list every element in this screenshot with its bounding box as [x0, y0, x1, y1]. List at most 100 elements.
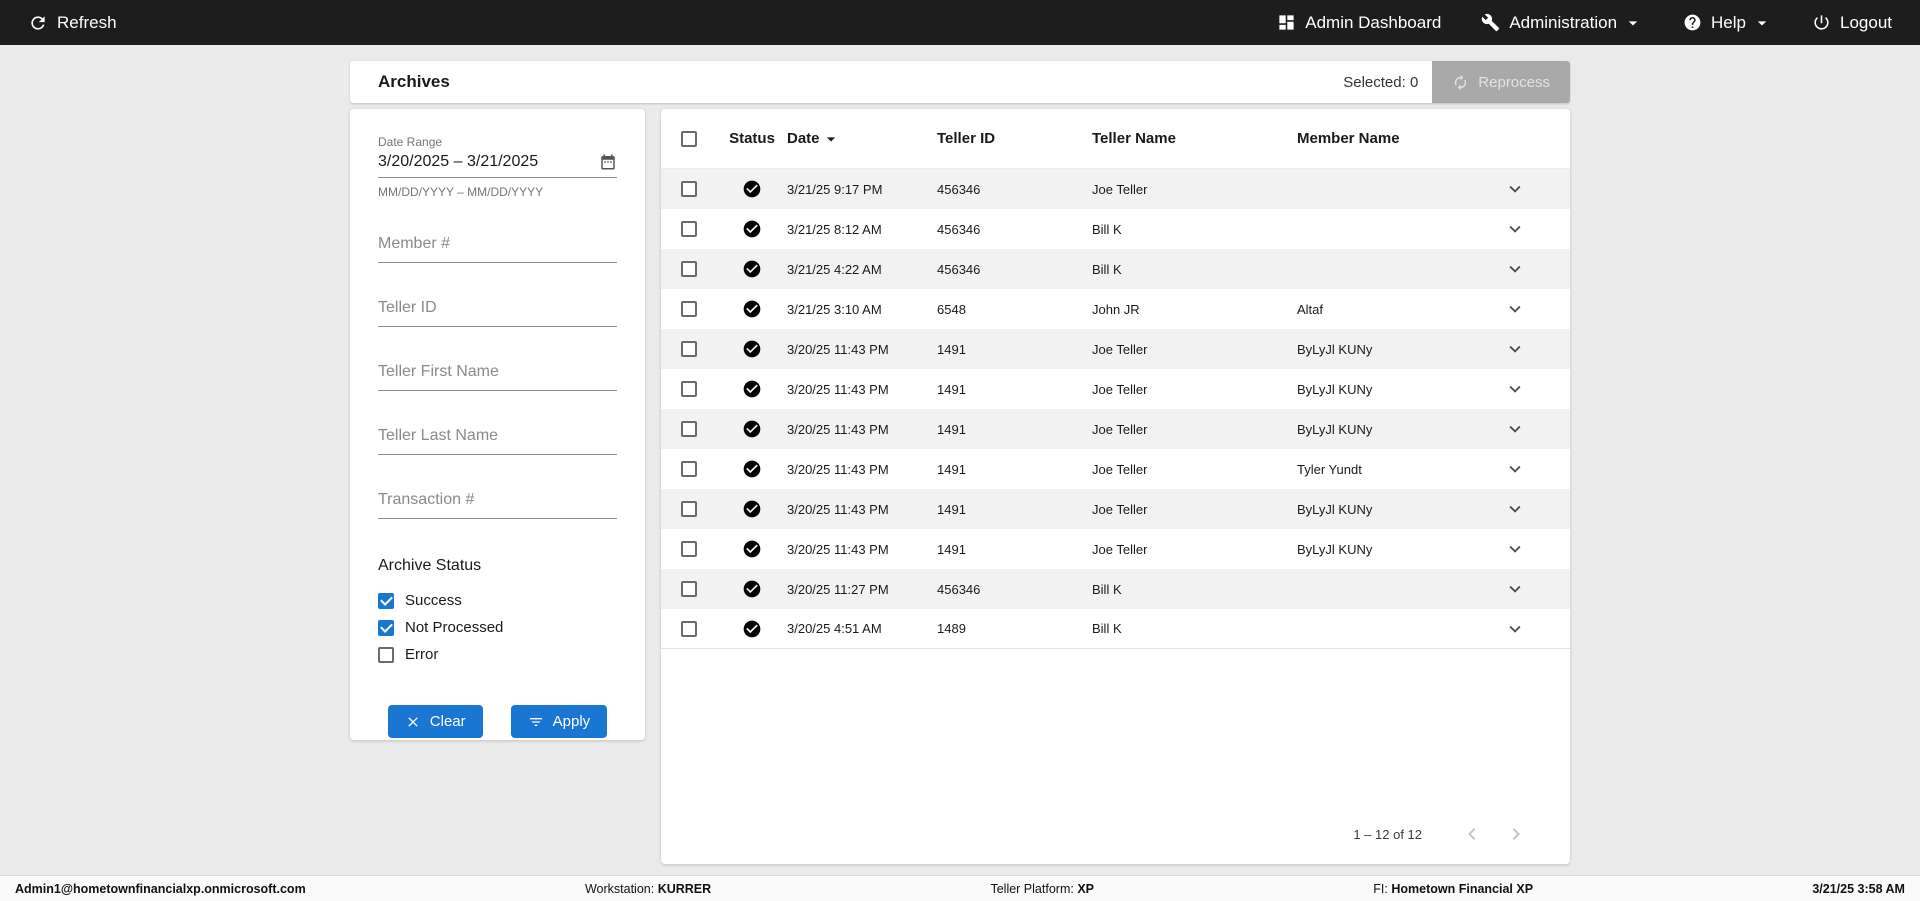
table-row[interactable]: 3/20/25 11:43 PM 1491 Joe Teller Tyler Y…: [661, 449, 1570, 489]
table-row[interactable]: 3/21/25 9:17 PM 456346 Joe Teller: [661, 169, 1570, 209]
financial-institution: FI: Hometown Financial XP: [1373, 882, 1533, 896]
row-member-name: ByLyJl KUNy: [1297, 382, 1460, 397]
expand-row-icon[interactable]: [1504, 258, 1526, 280]
teller-first-name-input[interactable]: [378, 363, 617, 390]
column-header-date[interactable]: Date: [787, 129, 937, 149]
row-teller-name: Joe Teller: [1092, 462, 1297, 477]
row-date: 3/21/25 3:10 AM: [787, 302, 937, 317]
logout-button[interactable]: Logout: [1812, 13, 1892, 33]
reprocess-button[interactable]: Reprocess: [1432, 61, 1570, 103]
select-all-checkbox[interactable]: [681, 131, 697, 147]
chevron-down-icon: [1752, 13, 1772, 33]
workstation: Workstation: KURRER: [585, 882, 711, 896]
status-success-icon: [742, 419, 762, 439]
table-row[interactable]: 3/20/25 4:51 AM 1489 Bill K: [661, 609, 1570, 649]
transaction-number-input[interactable]: [378, 491, 617, 518]
status-option-error: Error: [378, 646, 617, 663]
expand-row-icon[interactable]: [1504, 458, 1526, 480]
expand-row-icon[interactable]: [1504, 418, 1526, 440]
expand-row-icon[interactable]: [1504, 618, 1526, 640]
status-success-icon: [742, 179, 762, 199]
column-header-member-name[interactable]: Member Name: [1297, 130, 1460, 147]
not-processed-checkbox[interactable]: [378, 620, 394, 636]
archive-status-label: Archive Status: [378, 557, 617, 575]
row-checkbox[interactable]: [681, 181, 697, 197]
expand-row-icon[interactable]: [1504, 538, 1526, 560]
reprocess-label: Reprocess: [1478, 74, 1550, 91]
table-row[interactable]: 3/20/25 11:43 PM 1491 Joe Teller ByLyJl …: [661, 369, 1570, 409]
row-checkbox[interactable]: [681, 381, 697, 397]
row-teller-name: Joe Teller: [1092, 342, 1297, 357]
date-range-field: [378, 153, 617, 178]
expand-row-icon[interactable]: [1504, 498, 1526, 520]
status-option-success: Success: [378, 592, 617, 609]
status-success-icon: [742, 619, 762, 639]
success-checkbox[interactable]: [378, 593, 394, 609]
power-icon: [1812, 13, 1831, 32]
row-date: 3/20/25 11:43 PM: [787, 422, 937, 437]
refresh-button[interactable]: Refresh: [28, 13, 117, 33]
help-menu[interactable]: Help: [1683, 13, 1772, 33]
row-checkbox[interactable]: [681, 581, 697, 597]
expand-row-icon[interactable]: [1504, 338, 1526, 360]
row-teller-name: Joe Teller: [1092, 182, 1297, 197]
table-row[interactable]: 3/20/25 11:43 PM 1491 Joe Teller ByLyJl …: [661, 329, 1570, 369]
wrench-icon: [1481, 13, 1500, 32]
admin-dashboard-button[interactable]: Admin Dashboard: [1277, 13, 1441, 33]
status-success-icon: [742, 379, 762, 399]
help-label: Help: [1711, 13, 1746, 33]
filter-icon: [528, 714, 544, 730]
row-teller-name: Bill K: [1092, 582, 1297, 597]
calendar-icon[interactable]: [599, 153, 617, 171]
member-number-input[interactable]: [378, 235, 617, 262]
previous-page-icon[interactable]: [1460, 822, 1484, 846]
status-success-icon: [742, 539, 762, 559]
row-checkbox[interactable]: [681, 501, 697, 517]
administration-menu[interactable]: Administration: [1481, 13, 1643, 33]
top-bar: Refresh Admin Dashboard Administration H…: [0, 0, 1920, 45]
reprocess-icon: [1452, 74, 1469, 91]
table-row[interactable]: 3/20/25 11:43 PM 1491 Joe Teller ByLyJl …: [661, 489, 1570, 529]
teller-platform: Teller Platform: XP: [990, 882, 1094, 896]
column-header-status[interactable]: Status: [717, 130, 787, 147]
row-checkbox[interactable]: [681, 301, 697, 317]
table-row[interactable]: 3/20/25 11:43 PM 1491 Joe Teller ByLyJl …: [661, 409, 1570, 449]
row-checkbox[interactable]: [681, 421, 697, 437]
expand-row-icon[interactable]: [1504, 378, 1526, 400]
table-row[interactable]: 3/21/25 3:10 AM 6548 John JR Altaf: [661, 289, 1570, 329]
status-option-not-processed: Not Processed: [378, 619, 617, 636]
clear-button[interactable]: Clear: [388, 705, 483, 738]
apply-button[interactable]: Apply: [511, 705, 608, 738]
row-checkbox[interactable]: [681, 341, 697, 357]
teller-last-name-input[interactable]: [378, 427, 617, 454]
row-date: 3/21/25 9:17 PM: [787, 182, 937, 197]
expand-row-icon[interactable]: [1504, 298, 1526, 320]
row-checkbox[interactable]: [681, 541, 697, 557]
row-checkbox[interactable]: [681, 461, 697, 477]
row-teller-name: Bill K: [1092, 621, 1297, 636]
error-checkbox-label: Error: [405, 646, 438, 663]
column-header-teller-name[interactable]: Teller Name: [1092, 130, 1297, 147]
row-date: 3/20/25 11:43 PM: [787, 382, 937, 397]
teller-id-input[interactable]: [378, 299, 617, 326]
row-date: 3/20/25 11:43 PM: [787, 342, 937, 357]
expand-row-icon[interactable]: [1504, 578, 1526, 600]
error-checkbox[interactable]: [378, 647, 394, 663]
row-checkbox[interactable]: [681, 221, 697, 237]
table-row[interactable]: 3/21/25 4:22 AM 456346 Bill K: [661, 249, 1570, 289]
row-teller-id: 1491: [937, 462, 1092, 477]
date-range-input[interactable]: [378, 153, 568, 171]
next-page-icon[interactable]: [1504, 822, 1528, 846]
table-row[interactable]: 3/20/25 11:27 PM 456346 Bill K: [661, 569, 1570, 609]
administration-label: Administration: [1509, 13, 1617, 33]
row-checkbox[interactable]: [681, 261, 697, 277]
column-header-teller-id[interactable]: Teller ID: [937, 130, 1092, 147]
table-row[interactable]: 3/20/25 11:43 PM 1491 Joe Teller ByLyJl …: [661, 529, 1570, 569]
table-row[interactable]: 3/21/25 8:12 AM 456346 Bill K: [661, 209, 1570, 249]
apply-label: Apply: [553, 713, 591, 730]
row-teller-id: 1491: [937, 382, 1092, 397]
close-icon: [405, 714, 421, 730]
expand-row-icon[interactable]: [1504, 218, 1526, 240]
row-checkbox[interactable]: [681, 621, 697, 637]
expand-row-icon[interactable]: [1504, 178, 1526, 200]
